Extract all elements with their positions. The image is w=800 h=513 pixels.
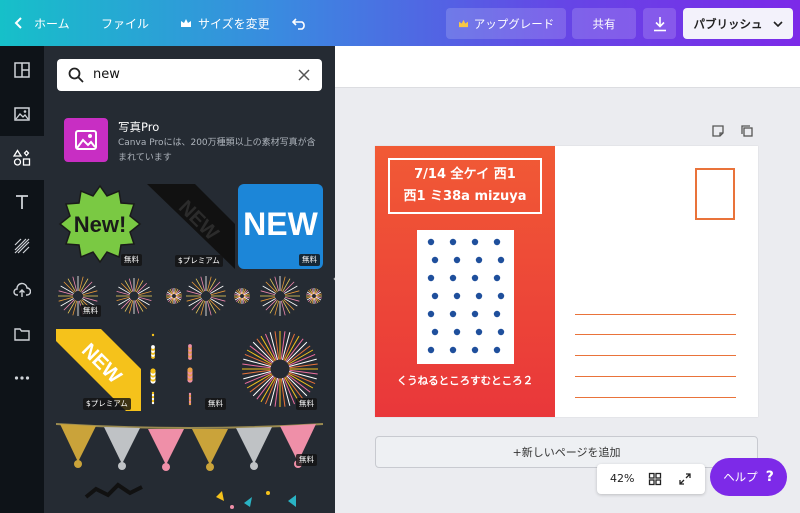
elements-icon (13, 149, 31, 166)
free-badge: 無料 (296, 454, 317, 466)
text-icon (16, 195, 28, 209)
premium-badge: $プレミアム (83, 398, 131, 410)
free-badge: 無料 (205, 398, 226, 410)
new-ribbon-sticker[interactable]: NEW $プレミアム (147, 184, 235, 269)
rail-background[interactable] (0, 224, 44, 268)
download-icon (653, 16, 666, 31)
grid-icon[interactable] (648, 472, 662, 486)
address-line[interactable] (575, 314, 736, 315)
rail-text[interactable] (0, 180, 44, 224)
share-button[interactable]: 共有 (572, 8, 636, 39)
promo-description: Canva Proには、200万種類以上の素材写真が含まれています (118, 138, 316, 163)
upgrade-button[interactable]: アップグレード (446, 8, 566, 39)
image-icon (14, 107, 30, 121)
firework-burst-sticker[interactable]: 無料 (238, 329, 323, 411)
icon-rail (0, 46, 44, 513)
image-icon (75, 130, 97, 150)
address-line[interactable] (575, 334, 736, 335)
design-page[interactable]: 7/14 全ケイ 西1 西1 ミ38a mizuya くうねるところすむところ２ (375, 146, 758, 417)
home-label: ホーム (34, 16, 70, 31)
booklet-cover-image[interactable] (417, 230, 514, 364)
home-button[interactable]: ホーム (14, 0, 70, 46)
design-caption[interactable]: くうねるところすむところ２ (375, 373, 555, 388)
duplicate-icon[interactable] (740, 124, 754, 138)
upload-icon (13, 282, 31, 297)
free-badge: 無料 (121, 254, 142, 266)
notes-icon[interactable] (711, 124, 725, 138)
top-bar: ホーム ファイル サイズを変更 アップグレード 共有 パブリッシュ (0, 0, 800, 46)
new-burst-sticker[interactable]: New! 無料 (56, 182, 144, 267)
upgrade-label: アップグレード (473, 16, 555, 31)
search-box[interactable]: new (57, 59, 322, 91)
folder-icon (14, 328, 30, 341)
rail-elements[interactable] (0, 136, 44, 180)
rail-more[interactable] (0, 356, 44, 400)
help-question-icon: ? (765, 469, 774, 485)
photo-pro-icon[interactable] (64, 118, 108, 162)
file-menu[interactable]: ファイル (101, 0, 149, 46)
help-label: ヘルプ (723, 470, 758, 484)
crown-icon (181, 19, 191, 27)
postcard-front[interactable]: 7/14 全ケイ 西1 西1 ミ38a mizuya くうねるところすむところ２ (375, 146, 555, 417)
bunting-banner[interactable]: 無料 (55, 418, 324, 472)
new-blue-text: NEW (243, 206, 318, 242)
zoom-level[interactable]: 42% (610, 472, 634, 485)
background-icon (14, 238, 30, 254)
rail-templates[interactable] (0, 48, 44, 92)
undo-icon (292, 18, 305, 30)
zoom-controls: 42% (597, 464, 705, 494)
free-badge: 無料 (80, 305, 101, 317)
premium-badge: $プレミアム (175, 255, 223, 267)
resize-label: サイズを変更 (198, 16, 270, 31)
clear-icon[interactable] (298, 69, 310, 81)
confetti-sticker[interactable]: 無料 (147, 329, 232, 411)
stamp-box[interactable] (695, 168, 735, 220)
layout-icon (14, 62, 30, 78)
design-title-box[interactable]: 7/14 全ケイ 西1 西1 ミ38a mizuya (388, 158, 542, 214)
address-line[interactable] (575, 397, 736, 398)
download-button[interactable] (643, 8, 676, 39)
design-title-line1: 7/14 全ケイ 西1 (414, 167, 516, 182)
search-input[interactable]: new (93, 67, 120, 82)
fireworks-strip[interactable]: 無料 (56, 274, 323, 318)
canvas-area: 7/14 全ケイ 西1 西1 ミ38a mizuya くうねるところすむところ２… (335, 46, 800, 513)
elements-panel: new 写真Pro Canva Proには、200万種類以上の素材写真が含まれて… (44, 46, 335, 513)
free-badge: 無料 (296, 398, 317, 410)
publish-button[interactable]: パブリッシュ (683, 8, 793, 39)
crown-icon (458, 19, 468, 28)
promo-title[interactable]: 写真Pro (118, 119, 159, 135)
help-button[interactable]: ヘルプ ? (710, 458, 787, 496)
design-title-line2: 西1 ミ38a mizuya (403, 189, 527, 204)
rail-photos[interactable] (0, 92, 44, 136)
undo-button[interactable] (292, 0, 308, 46)
rail-folders[interactable] (0, 312, 44, 356)
free-badge: 無料 (299, 254, 320, 266)
canvas-toolbar (335, 46, 800, 88)
address-line[interactable] (575, 355, 736, 356)
rail-uploads[interactable] (0, 268, 44, 312)
more-icon (14, 376, 30, 380)
partial-stickers-row[interactable] (56, 479, 323, 513)
resize-button[interactable]: サイズを変更 (180, 0, 270, 46)
chevron-down-icon (772, 20, 783, 27)
new-blue-sticker[interactable]: NEW 無料 (238, 184, 323, 269)
new-burst-text: New! (74, 212, 127, 237)
search-icon (68, 67, 84, 83)
share-label: 共有 (592, 16, 616, 31)
address-line[interactable] (575, 376, 736, 377)
chevron-left-icon (14, 17, 22, 29)
file-label: ファイル (101, 16, 150, 31)
new-yellow-sticker[interactable]: NEW $プレミアム (56, 329, 141, 411)
expand-icon[interactable] (678, 472, 692, 486)
publish-label: パブリッシュ (693, 16, 763, 31)
